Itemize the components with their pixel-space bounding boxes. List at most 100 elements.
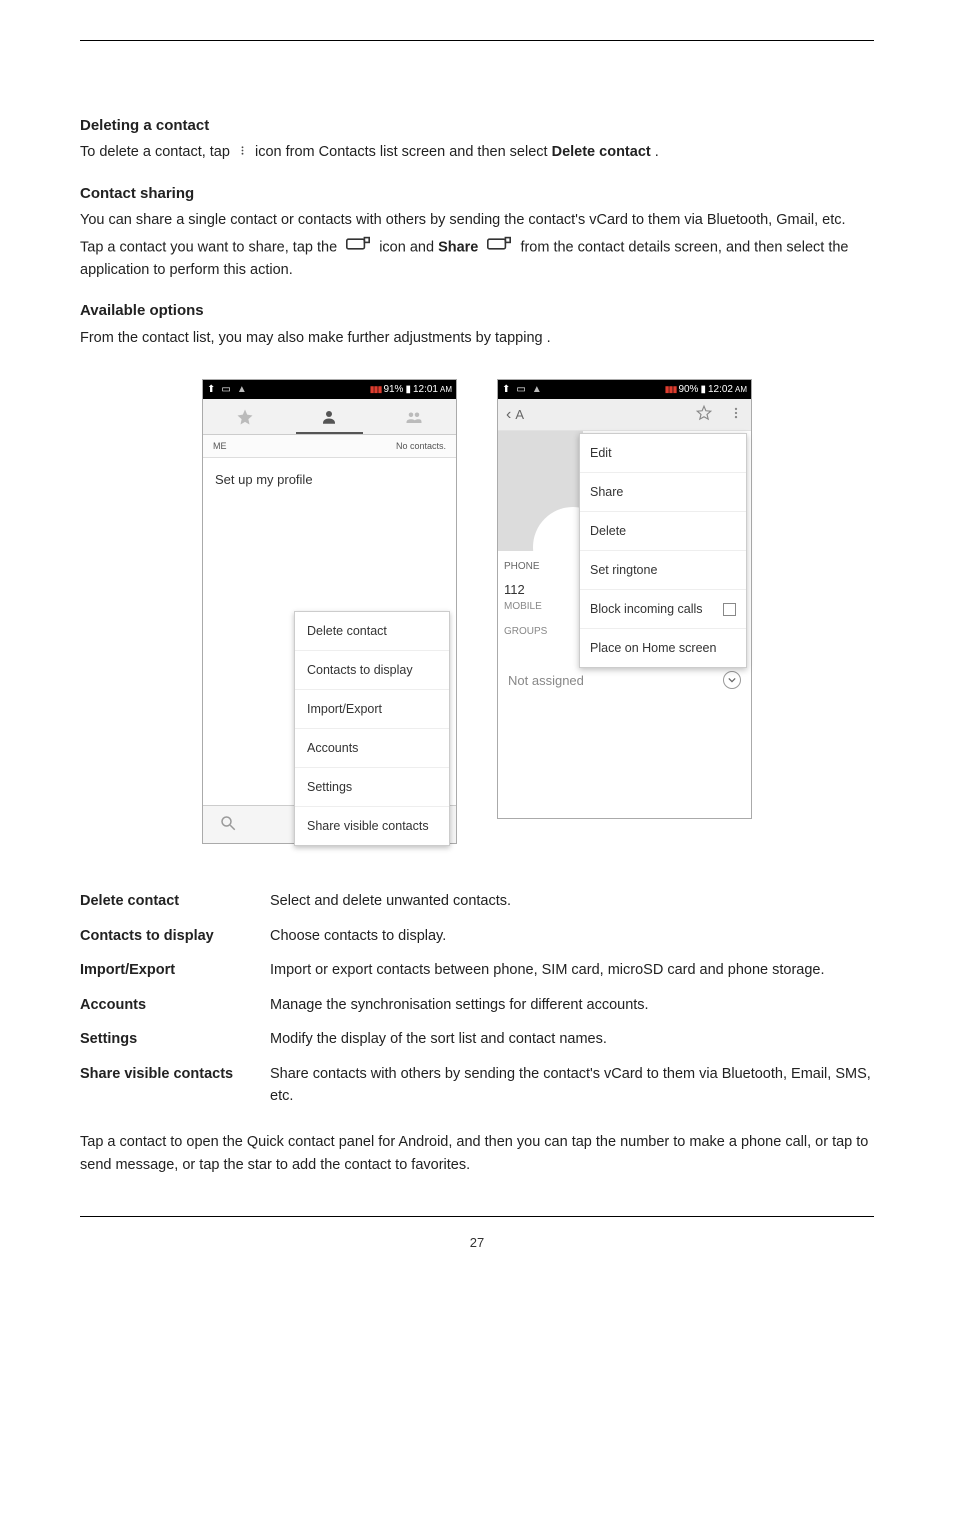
search-icon[interactable] xyxy=(219,814,237,835)
definition-row: AccountsManage the synchronisation setti… xyxy=(80,988,874,1022)
menu-import-export[interactable]: Import/Export xyxy=(295,690,449,729)
battery-icon: ▮ xyxy=(405,384,411,395)
sharing-l2-bold: Share xyxy=(438,239,478,255)
tab-favorites[interactable] xyxy=(203,399,287,434)
me-label: ME xyxy=(213,441,227,451)
mobile-label: MOBILE xyxy=(504,601,547,612)
tab-contacts[interactable] xyxy=(287,399,371,434)
deleting-l1-end: . xyxy=(655,144,659,160)
deleting-title: Deleting a contact xyxy=(80,114,874,137)
dropdown-icon xyxy=(723,671,741,689)
status-bar-1: ⬆ ▭ ▲ ▮▮▮ 91% ▮ 12:01 AM xyxy=(203,380,456,399)
menu-edit[interactable]: Edit xyxy=(580,434,746,473)
definition-row: Import/ExportImport or export contacts b… xyxy=(80,953,874,987)
menu-share-label: Share xyxy=(590,485,623,499)
screenshot-contacts-list: ⬆ ▭ ▲ ▮▮▮ 91% ▮ 12:01 AM xyxy=(202,379,457,844)
not-assigned-text: Not assigned xyxy=(508,673,584,688)
available-line: From the contact list, you may also make… xyxy=(80,327,874,349)
definition-term: Import/Export xyxy=(80,953,270,987)
definition-desc: Manage the synchronisation settings for … xyxy=(270,988,874,1022)
definition-desc: Modify the display of the sort list and … xyxy=(270,1022,874,1056)
definition-row: SettingsModify the display of the sort l… xyxy=(80,1022,874,1056)
person-icon xyxy=(320,408,338,426)
warn-icon-2: ▲ xyxy=(532,384,542,395)
menu-ringtone-label: Set ringtone xyxy=(590,563,657,577)
signal-icon-2: ▮▮▮ xyxy=(665,384,677,395)
deleting-l1-bold: Delete contact xyxy=(552,144,651,160)
menu-place-home-label: Place on Home screen xyxy=(590,641,716,655)
definition-term: Contacts to display xyxy=(80,919,270,953)
menu-settings[interactable]: Settings xyxy=(295,768,449,807)
deleting-line: To delete a contact, tap icon from Conta… xyxy=(80,141,874,164)
star-icon xyxy=(236,408,254,426)
bottom-rule xyxy=(80,1216,874,1217)
status-bar-2: ⬆ ▭ ▲ ▮▮▮ 90% ▮ 12:02 AM xyxy=(498,380,751,399)
definition-row: Share visible contactsShare contacts wit… xyxy=(80,1057,874,1114)
debug-icon: ⬆ xyxy=(207,384,215,395)
page-number: 27 xyxy=(80,1235,874,1250)
group-icon xyxy=(405,408,423,426)
warn-icon: ▲ xyxy=(237,384,247,395)
available-title: Available options xyxy=(80,299,874,322)
deleting-l1-pre: To delete a contact, tap xyxy=(80,144,234,160)
setup-profile-text: Set up my profile xyxy=(215,472,313,487)
sd-icon: ▭ xyxy=(221,384,230,395)
menu-place-home[interactable]: Place on Home screen xyxy=(580,629,746,667)
me-row: ME No contacts. xyxy=(203,435,456,458)
back-button[interactable]: ‹ A xyxy=(506,406,524,424)
definition-term: Accounts xyxy=(80,988,270,1022)
menu-delete-label: Delete xyxy=(590,524,626,538)
sharing-l2-mid: icon and xyxy=(379,239,438,255)
sharing-title: Contact sharing xyxy=(80,182,874,205)
signal-icon: ▮▮▮ xyxy=(370,384,382,395)
definition-row: Delete contactSelect and delete unwanted… xyxy=(80,884,874,918)
list-body: Delete contact Contacts to display Impor… xyxy=(203,501,456,805)
definition-desc: Select and delete unwanted contacts. xyxy=(270,884,874,918)
menu-share-visible[interactable]: Share visible contacts xyxy=(295,807,449,845)
block-checkbox[interactable] xyxy=(723,603,736,616)
contact-avatar xyxy=(498,431,583,551)
sharing-line1: You can share a single contact or contac… xyxy=(80,209,874,231)
phone-number[interactable]: 112 xyxy=(504,582,547,597)
phone-section-label: PHONE xyxy=(504,561,547,572)
definition-term: Delete contact xyxy=(80,884,270,918)
battery-icon-2: ▮ xyxy=(700,384,706,395)
detail-more-icon[interactable] xyxy=(729,406,743,423)
menu-share[interactable]: Share xyxy=(580,473,746,512)
definition-term: Settings xyxy=(80,1022,270,1056)
setup-profile-row[interactable]: Set up my profile xyxy=(203,458,456,501)
definition-desc: Share contacts with others by sending th… xyxy=(270,1057,874,1114)
debug-icon-2: ⬆ xyxy=(502,384,510,395)
detail-top-bar: ‹ A xyxy=(498,399,751,431)
groups-label: GROUPS xyxy=(504,626,547,637)
time-2: 12:02 xyxy=(708,384,733,395)
definitions-block: Delete contactSelect and delete unwanted… xyxy=(80,884,874,1176)
deleting-l1-posta: icon from Contacts list screen and then … xyxy=(255,144,552,160)
overflow-icon xyxy=(344,236,372,259)
menu-delete[interactable]: Delete xyxy=(580,512,746,551)
menu-block-calls[interactable]: Block incoming calls xyxy=(580,590,746,629)
sd-icon-2: ▭ xyxy=(516,384,525,395)
time-1: 12:01 xyxy=(413,384,438,395)
no-contacts: No contacts. xyxy=(396,441,446,451)
fav-star-icon[interactable] xyxy=(695,404,713,425)
groups-row[interactable]: Not assigned xyxy=(498,663,751,697)
sharing-line2: Tap a contact you want to share, tap the… xyxy=(80,236,874,282)
menu-contacts-display[interactable]: Contacts to display xyxy=(295,651,449,690)
menu-accounts[interactable]: Accounts xyxy=(295,729,449,768)
definition-desc: Choose contacts to display. xyxy=(270,919,874,953)
quick-contact-para: Tap a contact to open the Quick contact … xyxy=(80,1131,874,1176)
overflow-menu: Delete contact Contacts to display Impor… xyxy=(294,611,450,846)
menu-delete-contact[interactable]: Delete contact xyxy=(295,612,449,651)
detail-overflow-menu: Edit Share Delete Set ringtone Block inc… xyxy=(579,433,747,668)
menu-set-ringtone[interactable]: Set ringtone xyxy=(580,551,746,590)
detail-body: PHONE 112 MOBILE GROUPS Not assigned Edi… xyxy=(498,431,751,818)
menu-edit-label: Edit xyxy=(590,446,612,460)
battery-pct-2: 90% xyxy=(678,384,698,395)
ampm-2: AM xyxy=(735,385,747,394)
tab-groups[interactable] xyxy=(372,399,456,434)
ampm-1: AM xyxy=(440,385,452,394)
chevron-left-icon: ‹ xyxy=(506,406,511,424)
screenshot-contact-detail: ⬆ ▭ ▲ ▮▮▮ 90% ▮ 12:02 AM ‹ A xyxy=(497,379,752,819)
definition-term: Share visible contacts xyxy=(80,1057,270,1114)
